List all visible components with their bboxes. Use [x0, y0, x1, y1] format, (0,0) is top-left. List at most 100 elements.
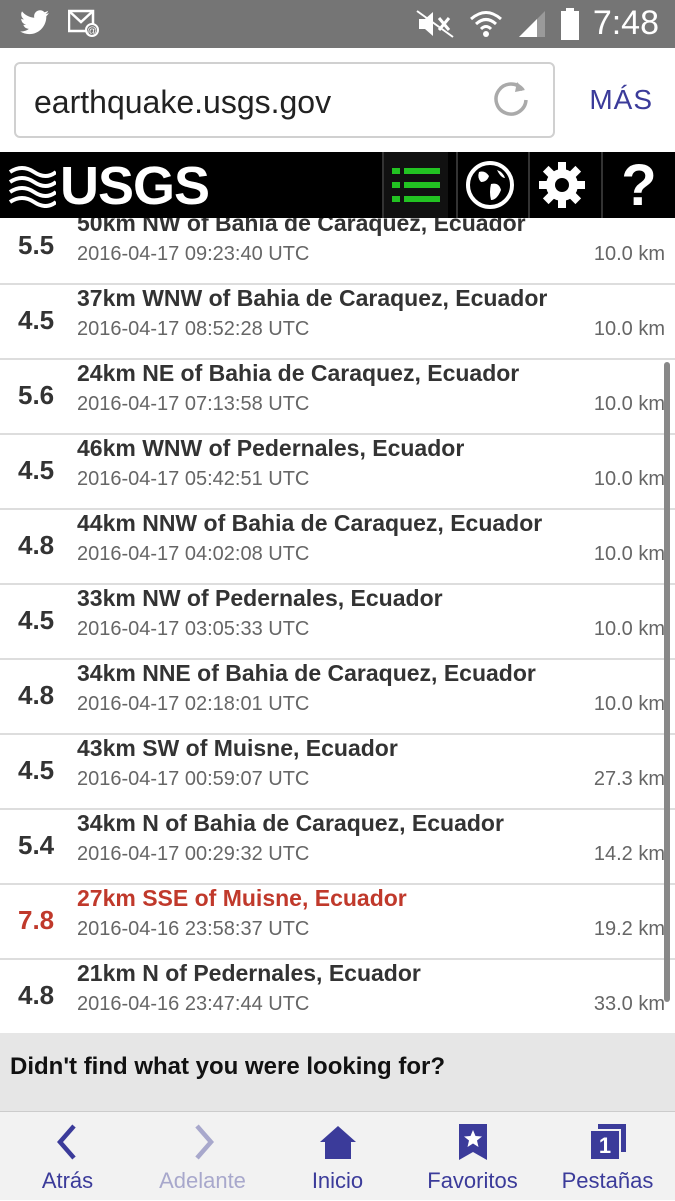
- quake-magnitude: 4.8: [18, 530, 55, 560]
- quake-time: 2016-04-16 23:58:37 UTC: [77, 918, 310, 940]
- nav-back-label: Atrás: [41, 1168, 94, 1193]
- quake-depth: 14.2 km: [593, 843, 665, 865]
- quake-place: 27km SSE of Muisne, Ecuador: [77, 885, 407, 911]
- quake-row[interactable]: 4.5 33km NW of Pedernales, Ecuador 2016-04…: [0, 585, 675, 660]
- signal-icon: [518, 10, 545, 37]
- quake-place: 34km N of Bahia de Caraquez, Ecuador: [77, 810, 504, 836]
- quake-row[interactable]: 4.8 44km NNW of Bahia de Caraquez, Ecuado…: [0, 510, 675, 585]
- more-menu-button[interactable]: MÁS: [589, 84, 653, 116]
- wifi-icon: [469, 10, 502, 37]
- quake-place: 34km NNE of Bahia de Caraquez, Ecuador: [77, 660, 536, 686]
- quake-time: 2016-04-17 03:05:33 UTC: [77, 618, 310, 640]
- quake-time: 2016-04-17 08:52:28 UTC: [77, 318, 310, 340]
- bookmark-icon: [458, 1124, 487, 1160]
- gear-icon: [539, 162, 585, 208]
- quake-depth: 27.3 km: [593, 768, 665, 790]
- quake-depth: 10.0 km: [593, 393, 665, 415]
- quake-time: 2016-04-17 07:13:58 UTC: [77, 393, 310, 415]
- quake-depth: 10.0 km: [593, 543, 665, 565]
- quake-place: 46km WNW of Pedernales, Ecuador: [77, 435, 465, 461]
- quake-place: 37km WNW of Bahia de Caraquez, Ecuador: [77, 285, 548, 311]
- nav-forward-label: Adelante: [159, 1168, 246, 1193]
- quake-magnitude: 4.5: [18, 605, 55, 635]
- quake-time: 2016-04-16 23:47:44 UTC: [77, 993, 310, 1015]
- quake-row[interactable]: 4.5 43km SW of Muisne, Ecuador 2016-04-17 …: [0, 735, 675, 810]
- list-view-button[interactable]: [382, 152, 448, 218]
- nav-home-label: Inicio: [311, 1168, 364, 1193]
- browser-toolbar: earthquake.usgs.gov MÁS: [0, 48, 675, 152]
- quake-place: 43km SW of Muisne, Ecuador: [77, 735, 398, 761]
- quake-row[interactable]: 7.8 27km SSE of Muisne, Ecuador 2016-04-16…: [0, 885, 675, 960]
- quake-row[interactable]: 5.6 24km NE of Bahia de Caraquez, Ecuador…: [0, 360, 675, 435]
- usgs-logo-text: USGS: [60, 156, 210, 216]
- quake-magnitude: 4.5: [18, 455, 55, 485]
- nav-back[interactable]: Atrás: [0, 1112, 135, 1201]
- quake-depth: 19.2 km: [593, 918, 665, 940]
- battery-icon: [560, 7, 579, 40]
- scrollbar[interactable]: [664, 362, 670, 1002]
- url-text: earthquake.usgs.gov: [34, 84, 332, 120]
- quake-row[interactable]: 4.8 34km NNE of Bahia de Caraquez, Ecuado…: [0, 660, 675, 735]
- settings-button[interactable]: [528, 152, 594, 218]
- map-view-button[interactable]: [456, 152, 522, 218]
- tabs-icon: 1: [588, 1124, 626, 1161]
- quake-time: 2016-04-17 09:23:40 UTC: [77, 243, 310, 265]
- quake-depth: 33.0 km: [593, 993, 665, 1015]
- quake-time: 2016-04-17 04:02:08 UTC: [77, 543, 310, 565]
- quake-place: 44km NNW of Bahia de Caraquez, Ecuador: [77, 510, 543, 536]
- quake-row[interactable]: 4.8 21km N of Pedernales, Ecuador 2016-04-…: [0, 960, 675, 1033]
- quake-magnitude: 4.8: [18, 980, 55, 1010]
- quake-magnitude: 4.8: [18, 680, 55, 710]
- status-bar: @ 7:48: [0, 0, 675, 48]
- quake-magnitude: 5.5: [18, 230, 55, 260]
- nav-forward[interactable]: Adelante: [135, 1112, 270, 1201]
- list-icon: [392, 168, 440, 202]
- quake-magnitude: 7.8: [18, 905, 55, 935]
- earthquake-list[interactable]: 5.5 50km NW of Bahia de Caraquez, Ecuador…: [0, 218, 675, 1033]
- quake-place: 33km NW of Pedernales, Ecuador: [77, 585, 443, 611]
- not-found-text: Didn't find what you were looking for?: [10, 1053, 446, 1080]
- nav-tabs[interactable]: 1 Pestañas: [540, 1112, 675, 1201]
- quake-time: 2016-04-17 05:42:51 UTC: [77, 468, 310, 490]
- back-icon: [56, 1124, 76, 1160]
- quake-place: 21km N of Pedernales, Ecuador: [77, 960, 421, 986]
- help-icon: ?: [621, 152, 657, 218]
- site-header: USGS ?: [0, 152, 675, 218]
- quake-place: 24km NE of Bahia de Caraquez, Ecuador: [77, 360, 520, 386]
- nav-tabs-label: Pestañas: [561, 1168, 654, 1193]
- browser-bottom-nav: Atrás Adelante Inicio Favoritos 1 Pestañ…: [0, 1111, 675, 1200]
- reload-icon[interactable]: [489, 78, 533, 122]
- quake-row[interactable]: 5.5 50km NW of Bahia de Caraquez, Ecuador…: [0, 218, 675, 285]
- quake-row[interactable]: 4.5 46km WNW of Pedernales, Ecuador 2016-0…: [0, 435, 675, 510]
- email-icon: @: [68, 9, 99, 37]
- nav-home[interactable]: Inicio: [270, 1112, 405, 1201]
- home-icon: [319, 1126, 356, 1159]
- usgs-logo[interactable]: USGS: [8, 156, 210, 216]
- quake-row[interactable]: 4.5 37km WNW of Bahia de Caraquez, Ecuado…: [0, 285, 675, 360]
- quake-time: 2016-04-17 00:59:07 UTC: [77, 768, 310, 790]
- help-button[interactable]: ?: [601, 152, 675, 218]
- usgs-wave-icon: [8, 166, 56, 208]
- clock: 7:48: [592, 4, 659, 42]
- tabs-count: 1: [598, 1133, 610, 1158]
- quake-magnitude: 5.4: [18, 830, 55, 860]
- quake-depth: 10.0 km: [593, 693, 665, 715]
- quake-magnitude: 4.5: [18, 755, 55, 785]
- quake-time: 2016-04-17 00:29:32 UTC: [77, 843, 310, 865]
- quake-depth: 10.0 km: [593, 618, 665, 640]
- quake-magnitude: 5.6: [18, 380, 55, 410]
- quake-time: 2016-04-17 02:18:01 UTC: [77, 693, 310, 715]
- not-found-banner[interactable]: Didn't find what you were looking for?: [0, 1033, 675, 1111]
- globe-icon: [466, 161, 514, 209]
- mute-icon: [416, 9, 454, 38]
- nav-bookmarks[interactable]: Favoritos: [405, 1112, 540, 1201]
- twitter-icon: [20, 10, 49, 35]
- quake-place: 50km NW of Bahia de Caraquez, Ecuador: [77, 218, 526, 236]
- quake-row[interactable]: 5.4 34km N of Bahia de Caraquez, Ecuador 2…: [0, 810, 675, 885]
- forward-icon: [194, 1124, 214, 1160]
- quake-depth: 10.0 km: [593, 318, 665, 340]
- svg-text:@: @: [87, 26, 97, 37]
- quake-magnitude: 4.5: [18, 305, 55, 335]
- quake-depth: 10.0 km: [593, 468, 665, 490]
- url-field[interactable]: earthquake.usgs.gov: [14, 62, 555, 138]
